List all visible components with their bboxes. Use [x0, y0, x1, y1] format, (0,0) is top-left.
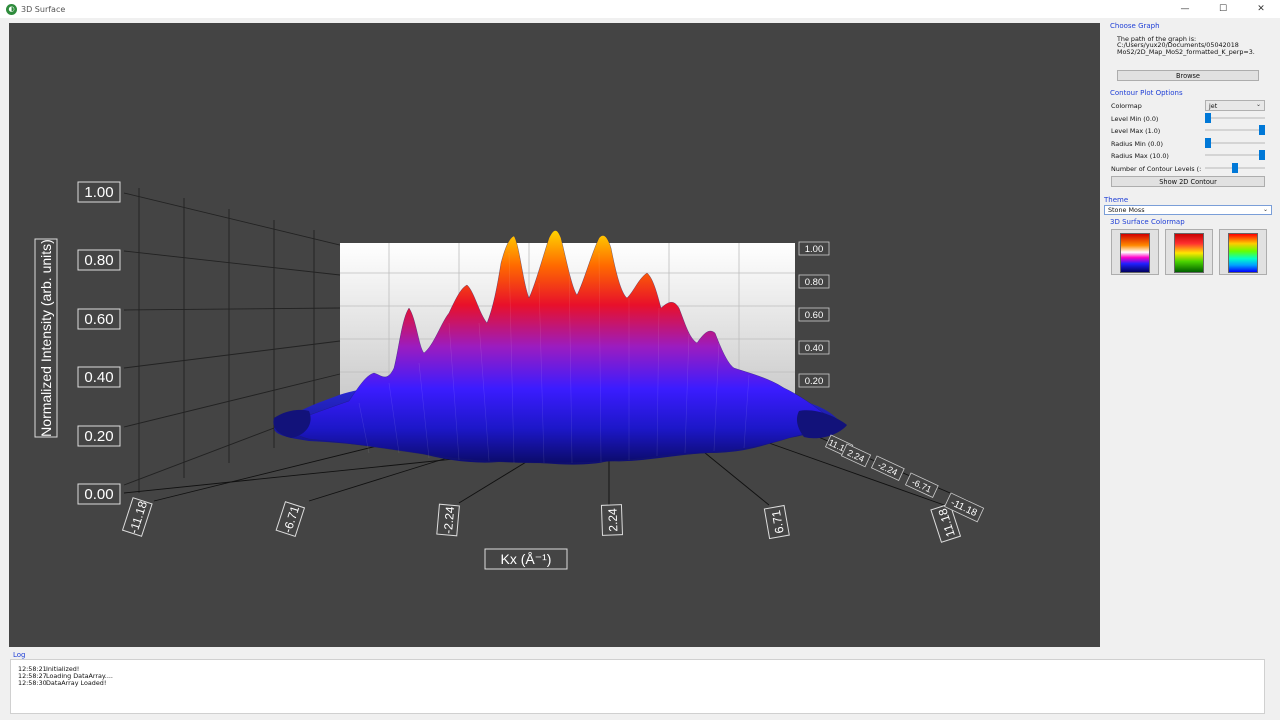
choose-graph-title: Choose Graph: [1110, 22, 1160, 30]
colormap-value: jet: [1209, 101, 1218, 110]
path-line2: MoS2/2D_Map_MoS2_formatted_K_perp=3.: [1117, 48, 1255, 56]
control-panel: Choose Graph The path of the graph is: C…: [1104, 20, 1276, 648]
chevron-down-icon: ⌄: [1262, 206, 1268, 213]
level-max-slider[interactable]: [1205, 124, 1265, 136]
svg-text:0.60: 0.60: [805, 310, 824, 321]
slider-thumb[interactable]: [1259, 125, 1265, 135]
svg-text:Normalized Intensity (arb. uni: Normalized Intensity (arb. units): [38, 239, 54, 437]
radius-max-slider[interactable]: [1205, 149, 1265, 161]
level-min-slider[interactable]: [1205, 112, 1265, 124]
back-ticks: 0.20 0.40 0.60 0.80 1.00: [798, 241, 830, 388]
theme-title: Theme: [1104, 196, 1129, 204]
slider-thumb[interactable]: [1205, 113, 1211, 123]
colormap-label: Colormap: [1111, 102, 1142, 110]
svg-text:0.80: 0.80: [805, 277, 824, 288]
contour-options-title: Contour Plot Options: [1110, 89, 1183, 97]
contour-levels-label: Number of Contour Levels (:: [1111, 165, 1202, 173]
z-tick: 0.00: [84, 486, 113, 503]
browse-button[interactable]: Browse: [1117, 70, 1259, 81]
surface-plot[interactable]: 0.00 0.20 0.40 0.60 0.80 1.00 Normalized…: [9, 23, 1100, 647]
slider-thumb[interactable]: [1259, 150, 1265, 160]
left-wall-grid: [123, 188, 341, 493]
maximize-button[interactable]: ☐: [1204, 0, 1242, 18]
show-2d-contour-button[interactable]: Show 2D Contour: [1111, 176, 1265, 187]
svg-text:1.00: 1.00: [805, 244, 824, 255]
z-tick: 0.40: [84, 369, 113, 386]
svg-text:0.20: 0.20: [805, 376, 824, 387]
window-title: 3D Surface: [21, 4, 66, 14]
log-entry: 12:58:30 DataArray Loaded!: [18, 679, 107, 687]
z-axis-label: Normalized Intensity (arb. units): [34, 238, 58, 438]
x-axis-label: Kx (Å⁻¹): [484, 548, 568, 570]
z-tick: 1.00: [84, 184, 113, 201]
log-title: Log: [13, 651, 26, 659]
colormap-swatch: [1174, 233, 1204, 273]
level-min-label: Level Min (0.0): [1111, 115, 1159, 123]
colormap-select[interactable]: jet ⌄: [1205, 100, 1265, 111]
side-ticks: 11.18 2.24 -2.24 -6.71 -11.18: [824, 434, 985, 523]
theme-select[interactable]: Stone Moss ⌄: [1104, 205, 1272, 215]
contour-levels-slider[interactable]: [1205, 162, 1265, 174]
colormap-red-green-button[interactable]: [1165, 229, 1213, 275]
app-icon: ◐: [6, 3, 17, 15]
z-tick: 0.60: [84, 311, 113, 328]
chevron-down-icon: ⌄: [1255, 101, 1261, 108]
svg-text:-2.24: -2.24: [441, 506, 457, 535]
svg-text:Kx (Å⁻¹): Kx (Å⁻¹): [501, 551, 552, 567]
radius-min-label: Radius Min (0.0): [1111, 140, 1163, 148]
title-bar: ◐ 3D Surface — ☐ ✕: [0, 0, 1280, 18]
colormap-red-blue-button[interactable]: [1111, 229, 1159, 275]
colormap-swatch: [1228, 233, 1258, 273]
svg-text:2.24: 2.24: [606, 508, 621, 532]
z-tick: 0.80: [84, 252, 113, 269]
svg-text:0.40: 0.40: [805, 343, 824, 354]
z-tick: 0.20: [84, 428, 113, 445]
close-button[interactable]: ✕: [1242, 0, 1280, 18]
colormap-swatch: [1120, 233, 1150, 273]
surface-plot-svg: 0.00 0.20 0.40 0.60 0.80 1.00 Normalized…: [34, 181, 985, 570]
radius-max-label: Radius Max (10.0): [1111, 152, 1169, 160]
slider-thumb[interactable]: [1232, 163, 1238, 173]
colormap-rainbow-button[interactable]: [1219, 229, 1267, 275]
x-axis-ticks: -11.18 -6.71 -2.24 2.24 6.71 11.18: [121, 497, 962, 543]
slider-thumb[interactable]: [1205, 138, 1211, 148]
theme-value: Stone Moss: [1108, 206, 1145, 214]
minimize-button[interactable]: —: [1166, 0, 1204, 18]
level-max-label: Level Max (1.0): [1111, 127, 1161, 135]
log-panel[interactable]: 12:58:21 Initialized! 12:58:27 Loading Dat…: [10, 659, 1265, 714]
surface-colormap-title: 3D Surface Colormap: [1110, 218, 1185, 226]
radius-min-slider[interactable]: [1205, 137, 1265, 149]
z-axis-ticks: 0.00 0.20 0.40 0.60 0.80 1.00: [77, 181, 121, 505]
